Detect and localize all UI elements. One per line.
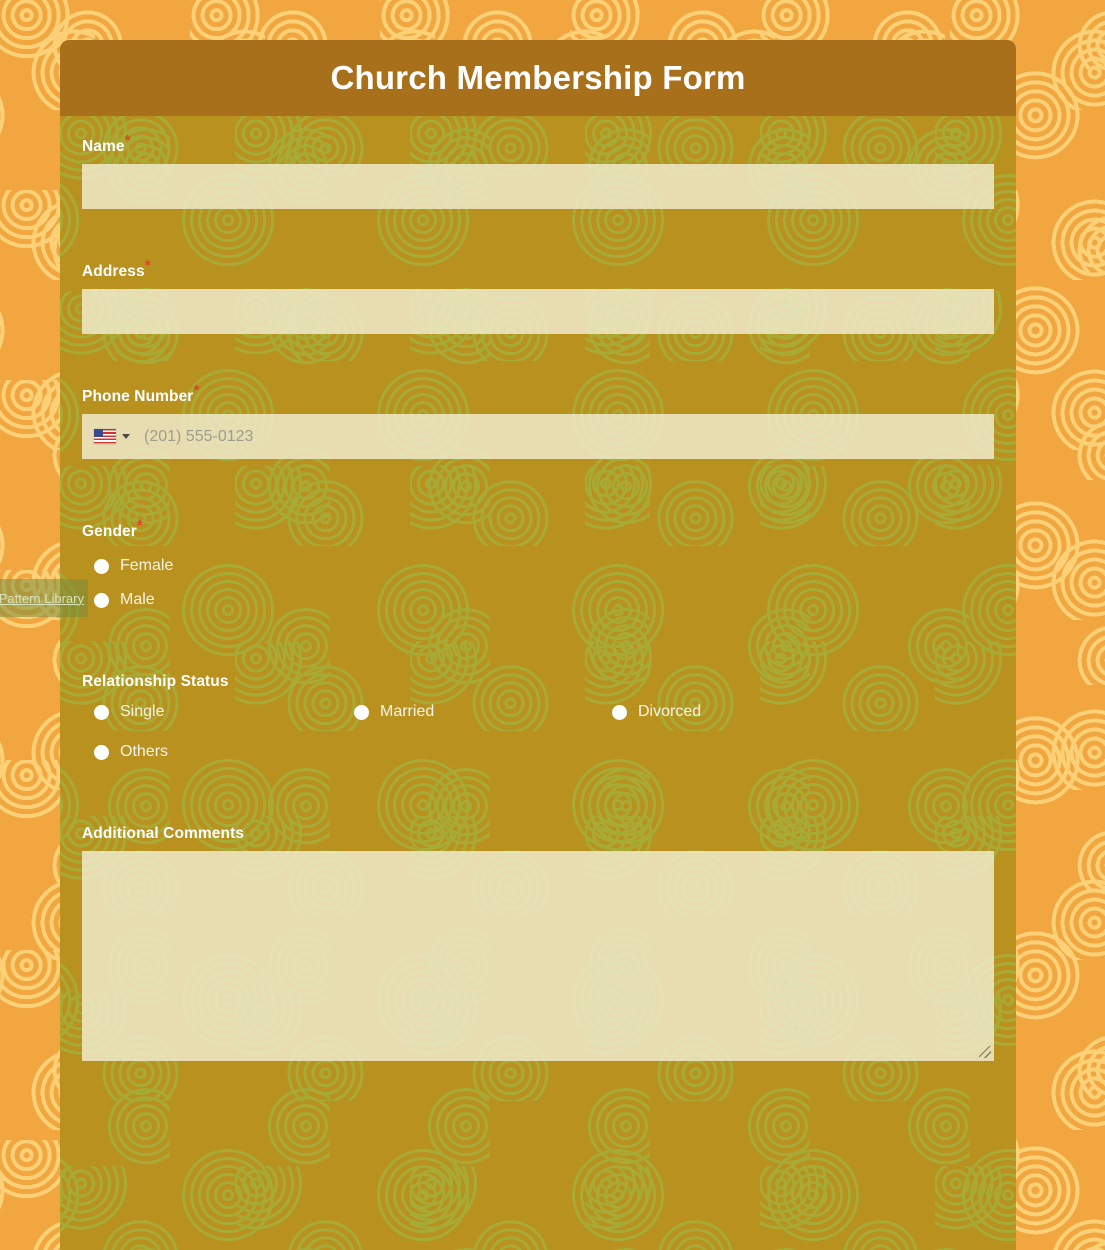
phone-input-group: (201) 555-0123 <box>82 414 994 459</box>
field-additional-comments: Additional Comments <box>82 825 994 1061</box>
label-name-text: Name <box>82 138 125 155</box>
additional-comments-input[interactable] <box>82 851 994 1061</box>
label-additional-comments: Additional Comments <box>82 825 245 842</box>
radio-label: Married <box>380 703 435 720</box>
radio-gender-male[interactable]: Male <box>94 591 155 609</box>
address-input[interactable] <box>82 289 994 334</box>
radio-label: Female <box>120 557 174 574</box>
radio-label: Divorced <box>638 703 702 720</box>
required-asterisk: * <box>136 516 143 534</box>
radio-circle-icon <box>94 744 109 760</box>
label-phone-number: Phone Number* <box>82 383 994 406</box>
label-relationship-status: Relationship Status <box>82 673 229 690</box>
field-name: Name* <box>82 133 994 209</box>
radio-circle-icon <box>354 704 369 720</box>
radio-circle-icon <box>94 558 109 574</box>
radio-label: Male <box>120 591 155 608</box>
label-gender-text: Gender <box>82 523 137 540</box>
us-flag-icon <box>94 429 116 444</box>
label-gender: Gender* <box>82 518 994 541</box>
required-asterisk: * <box>193 381 200 399</box>
radio-relationship-single[interactable]: Single <box>94 703 354 721</box>
form-body: Name* Address* Phone Number* (201) 555-0… <box>0 116 1016 1250</box>
pattern-library-label: Pattern Library <box>0 590 84 606</box>
gender-option-row: Female <box>82 557 994 575</box>
radio-gender-female[interactable]: Female <box>94 557 173 575</box>
radio-circle-icon <box>612 704 627 720</box>
caret-down-icon <box>122 434 130 439</box>
label-phone-number-text: Phone Number <box>82 388 194 405</box>
radio-circle-icon <box>94 592 109 608</box>
name-input[interactable] <box>82 164 994 209</box>
field-address: Address* <box>82 258 994 334</box>
pattern-library-watermark[interactable]: Pattern Library <box>0 579 88 617</box>
comments-box <box>82 851 994 1061</box>
relationship-option-grid: Single Married Divorced Others <box>94 703 994 761</box>
radio-label: Single <box>120 703 165 720</box>
radio-relationship-married[interactable]: Married <box>354 703 612 721</box>
radio-relationship-divorced[interactable]: Divorced <box>612 703 994 721</box>
label-name: Name* <box>82 133 994 156</box>
label-address: Address* <box>82 258 994 281</box>
form-header: Church Membership Form <box>60 40 1016 116</box>
radio-relationship-others[interactable]: Others <box>94 743 354 761</box>
required-asterisk: * <box>124 131 131 149</box>
field-relationship-status: Relationship Status Single Married Divor… <box>82 673 994 761</box>
required-asterisk: * <box>144 256 151 274</box>
membership-form: Church Membership Form Name* Address* Ph… <box>0 40 1016 1250</box>
field-gender: Gender* Female Male <box>82 518 994 609</box>
country-select-button[interactable] <box>82 414 138 459</box>
phone-placeholder[interactable]: (201) 555-0123 <box>138 428 253 446</box>
field-phone-number: Phone Number* (201) 555-0123 <box>82 383 994 459</box>
label-address-text: Address <box>82 263 145 280</box>
gender-option-row: Male <box>82 591 994 609</box>
radio-circle-icon <box>94 704 109 720</box>
radio-label: Others <box>120 743 169 760</box>
page-title: Church Membership Form <box>330 59 746 96</box>
